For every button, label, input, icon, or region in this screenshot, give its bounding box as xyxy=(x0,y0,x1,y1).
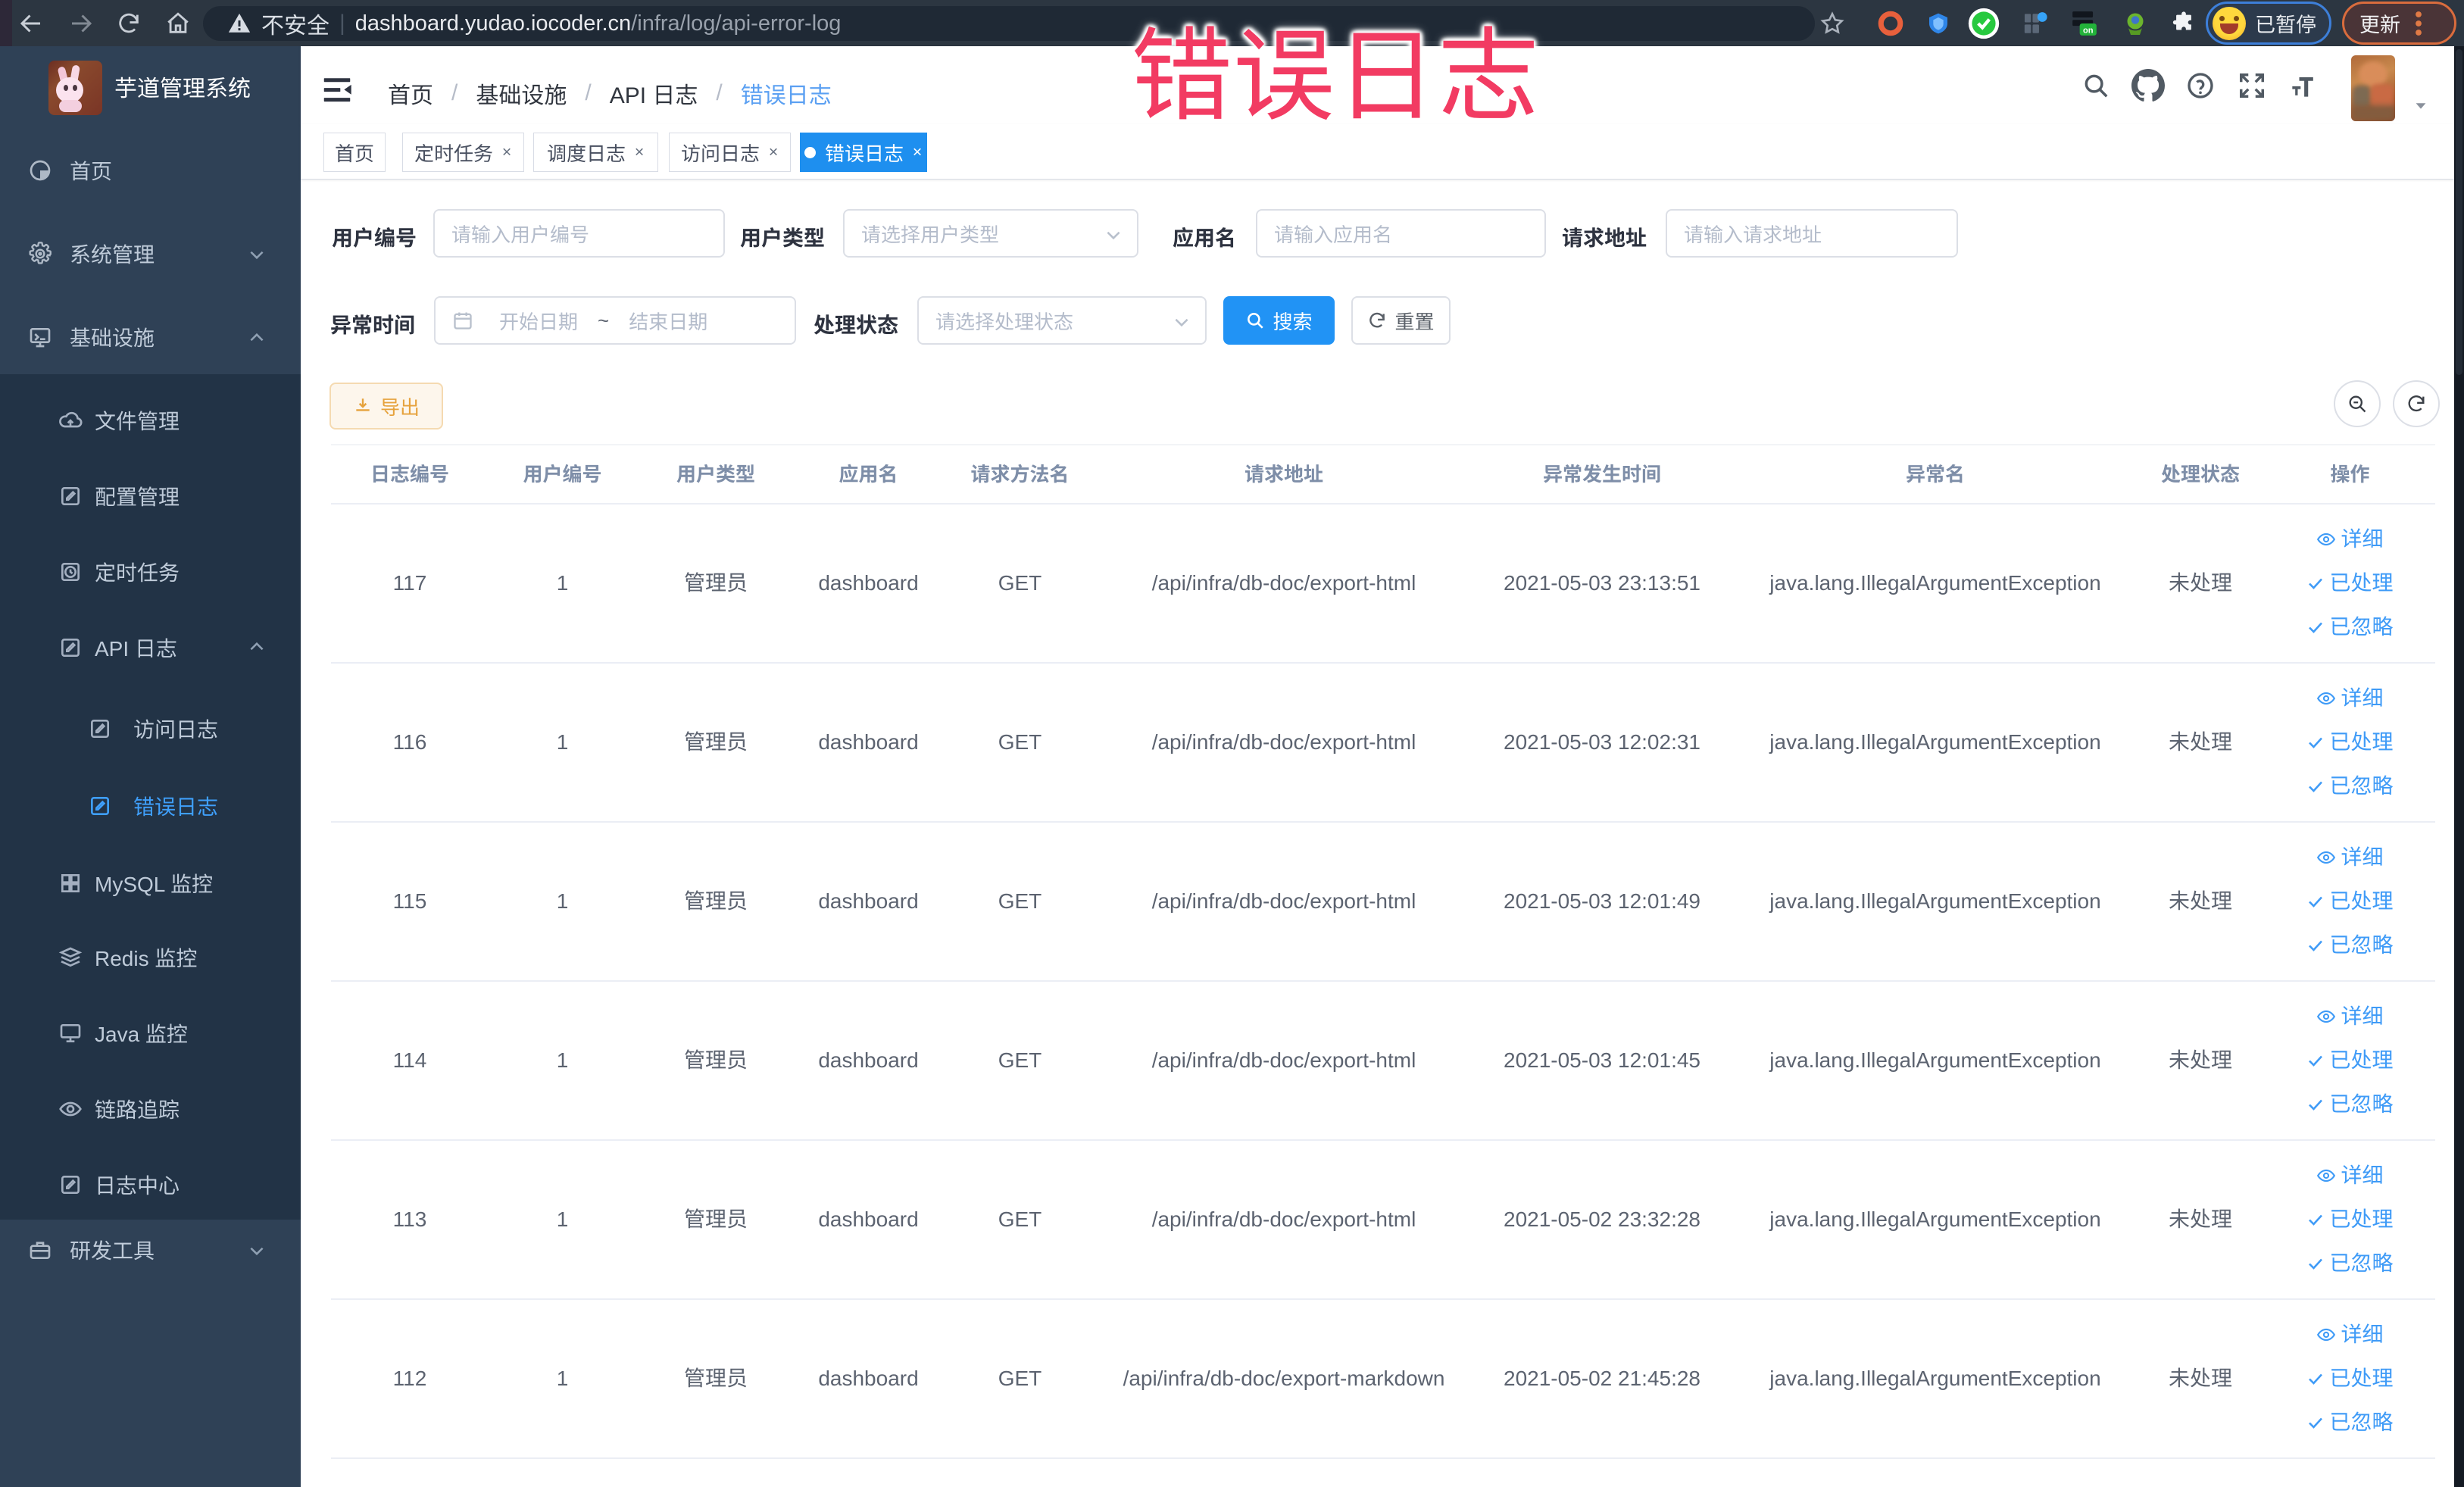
svg-text:on: on xyxy=(2083,26,2094,35)
